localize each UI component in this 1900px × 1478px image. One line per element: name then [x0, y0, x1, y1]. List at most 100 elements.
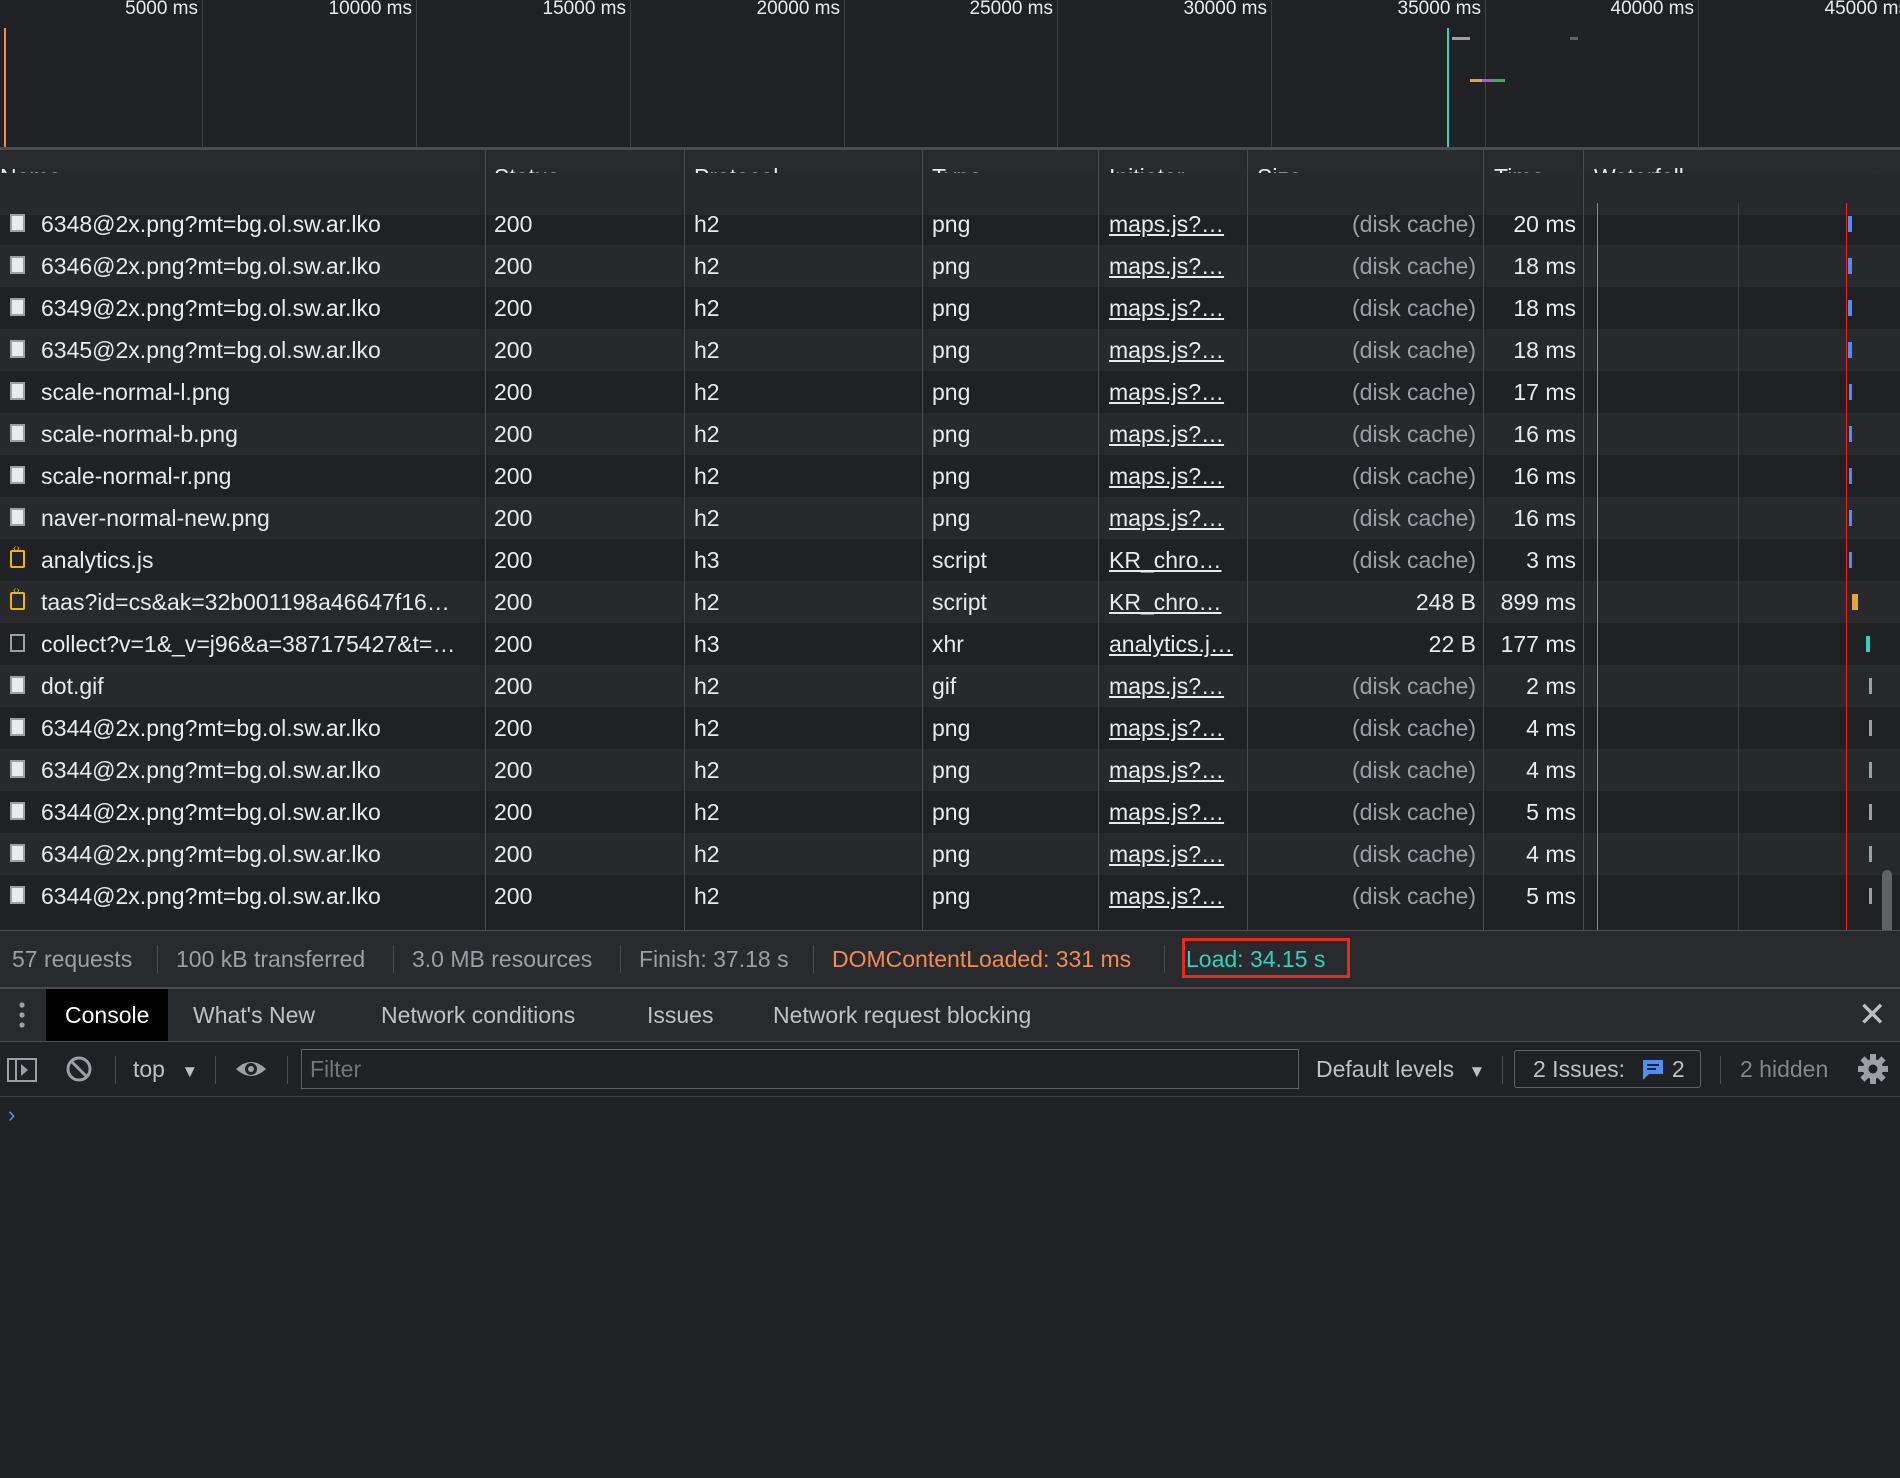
- live-expression-eye-icon[interactable]: [234, 1042, 268, 1096]
- table-row[interactable]: ‹› taas?id=cs&ak=32b001198a46647f16… 200 h2…: [0, 581, 1900, 623]
- request-protocol: h2: [694, 757, 720, 783]
- overview-request-bar: [1492, 79, 1505, 82]
- summary-divider: [813, 945, 814, 973]
- tab-issues[interactable]: Issues: [647, 989, 713, 1041]
- table-row[interactable]: 6344@2x.png?mt=bg.ol.sw.ar.lko 200 h2 png ma…: [0, 749, 1900, 791]
- request-initiator-link[interactable]: maps.js?…: [1109, 749, 1244, 791]
- column-divider[interactable]: [1247, 150, 1248, 930]
- sidebar-toggle-icon[interactable]: [6, 1042, 38, 1096]
- table-row[interactable]: 6344@2x.png?mt=bg.ol.sw.ar.lko 200 h2 png ma…: [0, 707, 1900, 749]
- request-initiator-link[interactable]: maps.js?…: [1109, 245, 1244, 287]
- request-status: 200: [494, 421, 533, 447]
- clear-console-icon[interactable]: [64, 1042, 94, 1096]
- table-row[interactable]: 6348@2x.png?mt=bg.ol.sw.ar.lko 200 h2 png ma…: [0, 203, 1900, 245]
- overview-tick-label: 45000 ms: [1824, 0, 1900, 19]
- request-initiator-link[interactable]: maps.js?…: [1109, 833, 1244, 875]
- request-initiator-link[interactable]: maps.js?…: [1109, 203, 1244, 245]
- request-status: 200: [494, 337, 533, 363]
- tab-whats-new[interactable]: What's New: [193, 989, 315, 1041]
- console-filter-input[interactable]: [301, 1049, 1299, 1089]
- request-type: png: [932, 379, 971, 405]
- close-drawer-icon[interactable]: ✕: [1858, 993, 1887, 1037]
- column-divider[interactable]: [485, 150, 486, 930]
- request-size: 248 B: [1415, 589, 1476, 615]
- request-initiator-link[interactable]: maps.js?…: [1109, 791, 1244, 833]
- overview-tick-label: 40000 ms: [1610, 0, 1694, 19]
- request-size: 22 B: [1428, 631, 1476, 657]
- column-divider[interactable]: [922, 150, 923, 930]
- overview-tick-label: 35000 ms: [1397, 0, 1481, 19]
- request-type: png: [932, 337, 971, 363]
- table-row[interactable]: 6346@2x.png?mt=bg.ol.sw.ar.lko 200 h2 png ma…: [0, 245, 1900, 287]
- table-row[interactable]: 6344@2x.png?mt=bg.ol.sw.ar.lko 200 h2 png ma…: [0, 833, 1900, 875]
- gear-icon: [1858, 1054, 1888, 1084]
- overview-tick-label: 15000 ms: [542, 0, 626, 19]
- log-levels-dropdown[interactable]: Default levels ▼: [1316, 1042, 1485, 1096]
- column-divider[interactable]: [684, 150, 685, 930]
- request-initiator-link[interactable]: maps.js?…: [1109, 707, 1244, 749]
- table-scrollbar[interactable]: [1882, 870, 1892, 930]
- console-settings-icon[interactable]: [1856, 1042, 1890, 1096]
- request-status: 200: [494, 589, 533, 615]
- table-row[interactable]: collect?v=1&_v=j96&a=387175427&t=… 200 h3 x…: [0, 623, 1900, 665]
- table-row[interactable]: scale-normal-l.png 200 h2 png maps.js?… (disk…: [0, 371, 1900, 413]
- context-selector[interactable]: top ▼: [133, 1042, 198, 1096]
- request-name: 6344@2x.png?mt=bg.ol.sw.ar.lko: [41, 841, 381, 867]
- table-row[interactable]: scale-normal-r.png 200 h2 png maps.js?… (disk…: [0, 455, 1900, 497]
- table-row[interactable]: 6344@2x.png?mt=bg.ol.sw.ar.lko 200 h2 png ma…: [0, 791, 1900, 833]
- summary-dom-content-loaded: DOMContentLoaded: 331 ms: [832, 946, 1132, 972]
- request-initiator-link[interactable]: analytics.j…: [1109, 623, 1244, 665]
- request-initiator-link[interactable]: KR_chro…: [1109, 539, 1244, 581]
- load-event-marker: [1447, 28, 1449, 147]
- overview-gridline: [844, 0, 845, 147]
- toolbar-divider: [287, 1056, 288, 1084]
- kebab-menu-icon: [19, 1002, 25, 1028]
- overview-tick-label: 25000 ms: [969, 0, 1053, 19]
- request-status: 200: [494, 463, 533, 489]
- request-size: (disk cache): [1352, 463, 1476, 489]
- table-row[interactable]: 6344@2x.png?mt=bg.ol.sw.ar.lko 200 h2 png ma…: [0, 875, 1900, 917]
- tab-console[interactable]: Console: [46, 989, 169, 1041]
- request-type: script: [932, 589, 987, 615]
- table-row[interactable]: 6345@2x.png?mt=bg.ol.sw.ar.lko 200 h2 png ma…: [0, 329, 1900, 371]
- table-row[interactable]: dot.gif 200 h2 gif maps.js?… (disk cache) 2 ms: [0, 665, 1900, 707]
- table-row[interactable]: ‹› analytics.js 200 h3 script KR_chro… (disk c…: [0, 539, 1900, 581]
- request-time: 18 ms: [1513, 337, 1576, 363]
- column-divider[interactable]: [1098, 150, 1099, 930]
- drawer-menu-icon[interactable]: [14, 1001, 30, 1031]
- request-type: xhr: [932, 631, 964, 657]
- table-row[interactable]: scale-normal-b.png 200 h2 png maps.js?… (disk…: [0, 413, 1900, 455]
- request-initiator-link[interactable]: maps.js?…: [1109, 329, 1244, 371]
- column-divider[interactable]: [1483, 150, 1484, 930]
- tab-network-request-blocking[interactable]: Network request blocking: [773, 989, 1031, 1041]
- table-row[interactable]: 6349@2x.png?mt=bg.ol.sw.ar.lko 200 h2 png ma…: [0, 287, 1900, 329]
- request-status: 200: [494, 547, 533, 573]
- request-initiator-link[interactable]: maps.js?…: [1109, 665, 1244, 707]
- request-time: 18 ms: [1513, 295, 1576, 321]
- request-initiator-link[interactable]: maps.js?…: [1109, 413, 1244, 455]
- network-overview-timeline[interactable]: 5000 ms 10000 ms 15000 ms 20000 ms 25000 ms 3…: [0, 0, 1900, 147]
- column-divider[interactable]: [1583, 150, 1584, 930]
- issues-counter-button[interactable]: 2 Issues: 2: [1514, 1050, 1701, 1088]
- request-initiator-link[interactable]: maps.js?…: [1109, 497, 1244, 539]
- table-row[interactable]: naver-normal-new.png 200 h2 png maps.js?… (di…: [0, 497, 1900, 539]
- request-size: (disk cache): [1352, 337, 1476, 363]
- overview-tick-label: 30000 ms: [1183, 0, 1267, 19]
- waterfall-bar: [1869, 762, 1872, 778]
- request-initiator-link[interactable]: KR_chro…: [1109, 581, 1244, 623]
- request-protocol: h2: [694, 295, 720, 321]
- request-initiator-link[interactable]: maps.js?…: [1109, 287, 1244, 329]
- hidden-messages-count: 2 hidden: [1740, 1056, 1829, 1082]
- request-size: (disk cache): [1352, 673, 1476, 699]
- request-size: (disk cache): [1352, 799, 1476, 825]
- request-size: (disk cache): [1352, 295, 1476, 321]
- console-prompt-icon[interactable]: ›: [8, 1102, 15, 1128]
- request-name: 6344@2x.png?mt=bg.ol.sw.ar.lko: [41, 715, 381, 741]
- request-initiator-link[interactable]: maps.js?…: [1109, 875, 1244, 917]
- request-status: 200: [494, 379, 533, 405]
- tab-network-conditions[interactable]: Network conditions: [381, 989, 575, 1041]
- request-status: 200: [494, 841, 533, 867]
- request-initiator-link[interactable]: maps.js?…: [1109, 371, 1244, 413]
- request-initiator-link[interactable]: maps.js?…: [1109, 455, 1244, 497]
- waterfall-bar: [1849, 426, 1852, 442]
